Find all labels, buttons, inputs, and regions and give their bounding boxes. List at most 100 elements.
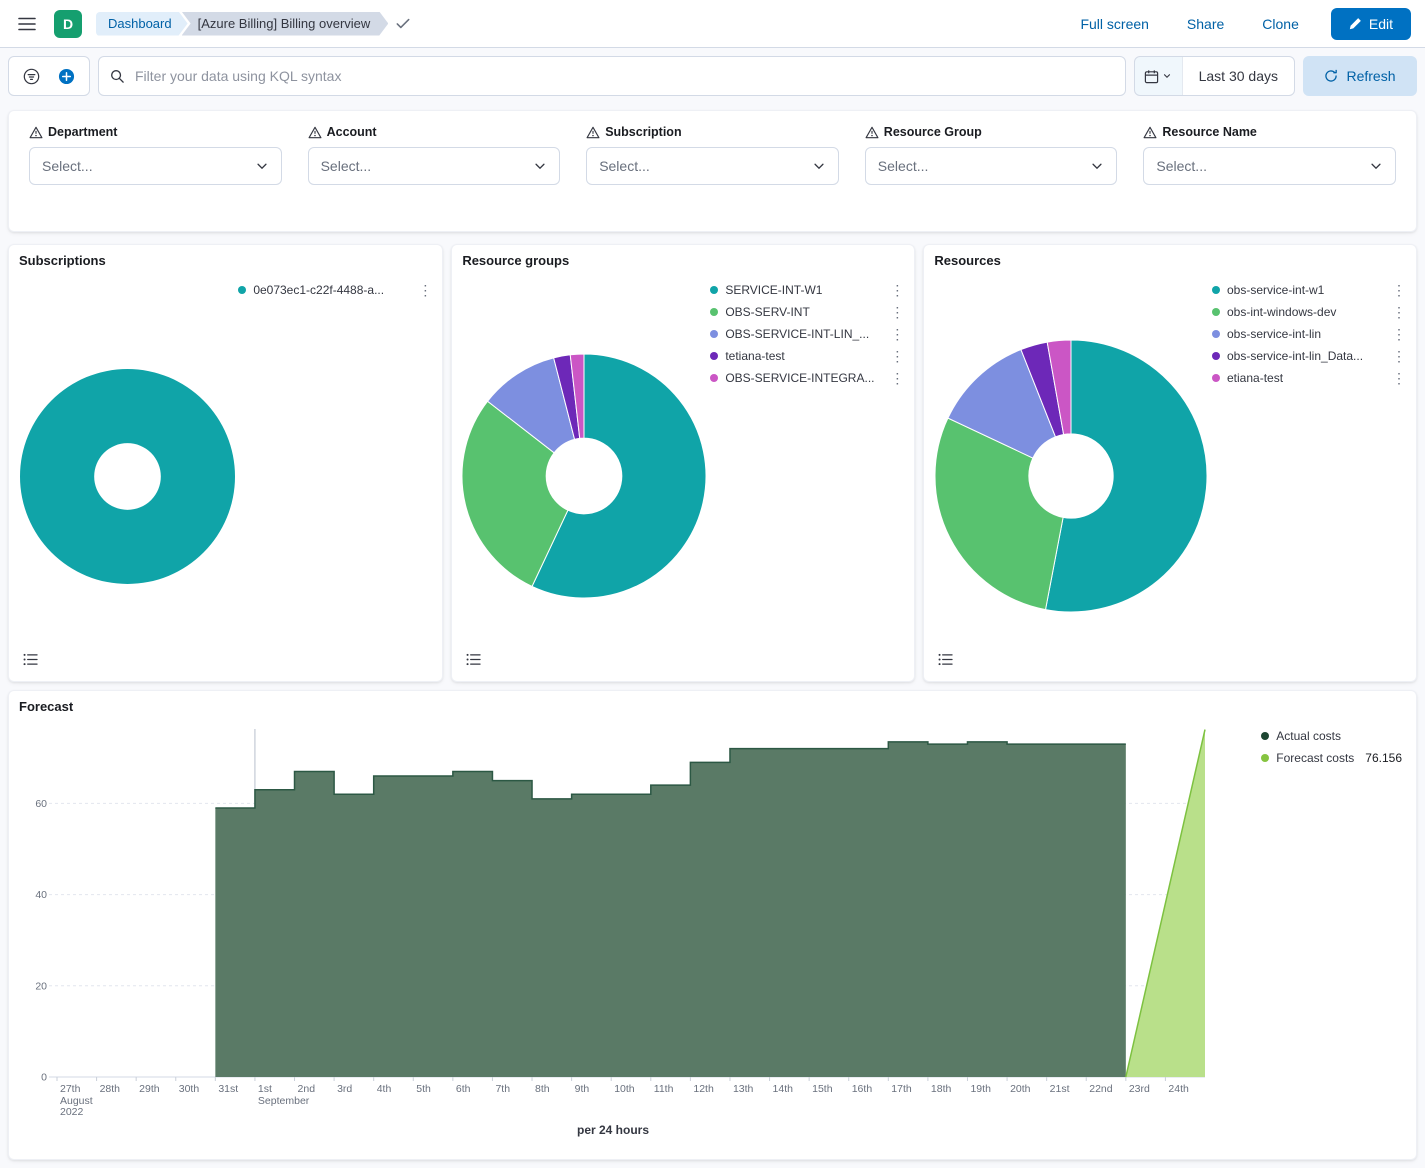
chevron-down-icon (1162, 71, 1172, 81)
query-bar: Last 30 days Refresh (0, 48, 1425, 102)
svg-text:10th: 10th (614, 1083, 635, 1095)
resource-groups-donut-chart[interactable] (461, 353, 707, 599)
legend-label: Actual costs (1276, 729, 1402, 743)
control-select-subscription[interactable]: Select... (586, 147, 839, 185)
legend-options-icon[interactable]: ⋮ (1392, 371, 1404, 385)
legend-options-icon[interactable]: ⋮ (890, 349, 902, 363)
legend-item[interactable]: obs-service-int-lin⋮ (1212, 323, 1404, 345)
legend-options-icon[interactable]: ⋮ (890, 305, 902, 319)
x-axis-title: per 24 hours (13, 1123, 1213, 1137)
svg-text:8th: 8th (535, 1083, 550, 1095)
control-resource-group: Resource Group Select... (865, 125, 1118, 185)
control-resource-name: Resource NameSelect... (1143, 125, 1396, 185)
date-picker-group: Last 30 days (1134, 56, 1295, 96)
date-range-value[interactable]: Last 30 days (1183, 57, 1294, 95)
svg-text:31st: 31st (218, 1083, 238, 1095)
legend-color-dot (710, 286, 718, 294)
space-avatar[interactable]: D (54, 10, 82, 38)
legend-options-icon[interactable]: ⋮ (890, 371, 902, 385)
date-quick-select-button[interactable] (1135, 57, 1183, 95)
calendar-icon (1144, 69, 1159, 84)
panel-title: Resource groups (462, 253, 569, 268)
full-screen-button[interactable]: Full screen (1074, 15, 1154, 33)
control-label-text: Resource Group (884, 125, 982, 139)
legend-label: OBS-SERV-INT (725, 305, 883, 319)
control-select-resource-name[interactable]: Select... (1143, 147, 1396, 185)
legend-item[interactable]: obs-service-int-w1 ⋮ (1212, 279, 1404, 301)
legend-options-icon[interactable]: ⋮ (1392, 327, 1404, 341)
control-label: Resource Group (865, 125, 1118, 139)
legend-options-icon[interactable]: ⋮ (890, 327, 902, 341)
filter-circle-icon (23, 68, 40, 85)
legend-item[interactable]: OBS-SERVICE-INT-LIN_... ⋮ (710, 323, 902, 345)
svg-text:2022: 2022 (60, 1106, 84, 1118)
saved-queries-button[interactable] (19, 64, 44, 89)
control-select-department[interactable]: Select... (29, 147, 282, 185)
legend-label: obs-service-int-lin_Data... (1227, 349, 1385, 363)
svg-text:12th: 12th (693, 1083, 714, 1095)
share-button[interactable]: Share (1181, 15, 1230, 33)
legend-color-dot (710, 352, 718, 360)
legend-item[interactable]: obs-int-windows-dev⋮ (1212, 301, 1404, 323)
forecast-area-chart[interactable]: 020406027th28th29th30th31st1st2nd3rd4th5… (13, 717, 1213, 1121)
legend-item[interactable]: Actual costs (1261, 725, 1402, 747)
warning-icon (1143, 126, 1157, 139)
hamburger-icon (18, 17, 36, 31)
legend-item[interactable]: OBS-SERV-INT ⋮ (710, 301, 902, 323)
legend-options-icon[interactable]: ⋮ (1392, 283, 1404, 297)
svg-text:22nd: 22nd (1089, 1083, 1113, 1095)
control-select-resource-group[interactable]: Select... (865, 147, 1118, 185)
svg-text:60: 60 (35, 798, 47, 810)
legend-value: 76.156 (1365, 751, 1402, 765)
svg-text:3rd: 3rd (337, 1083, 352, 1095)
breadcrumb-dashboard[interactable]: Dashboard (96, 12, 188, 36)
legend-toggle-button[interactable] (19, 649, 42, 673)
add-filter-button[interactable] (54, 64, 79, 89)
edit-button[interactable]: Edit (1331, 8, 1411, 40)
select-placeholder: Select... (1156, 158, 1207, 174)
legend-label: OBS-SERVICE-INTEGRA... (725, 371, 883, 385)
control-select-account[interactable]: Select... (308, 147, 561, 185)
clone-button[interactable]: Clone (1256, 15, 1305, 33)
legend-item[interactable]: obs-service-int-lin_Data... ⋮ (1212, 345, 1404, 367)
legend-item[interactable]: 0e073ec1-c22f-4488-a...⋮ (238, 279, 430, 301)
control-account: AccountSelect... (308, 125, 561, 185)
select-placeholder: Select... (878, 158, 929, 174)
plus-circle-icon (58, 68, 75, 85)
svg-text:19th: 19th (970, 1083, 991, 1095)
legend-label: obs-service-int-w1 (1227, 283, 1385, 297)
legend-toggle-button[interactable] (462, 649, 485, 673)
legend-label: OBS-SERVICE-INT-LIN_... (725, 327, 883, 341)
list-icon (938, 653, 953, 666)
legend-options-icon[interactable]: ⋮ (890, 283, 902, 297)
legend-options-icon[interactable]: ⋮ (1392, 305, 1404, 319)
panel-resources: Resources obs-service-int-w1⋮obs-int-win… (923, 244, 1417, 682)
svg-text:20th: 20th (1010, 1083, 1031, 1095)
chart-legend: obs-service-int-w1⋮obs-int-windows-dev⋮o… (1212, 279, 1404, 389)
search-icon (110, 69, 125, 84)
legend-item[interactable]: SERVICE-INT-W1⋮ (710, 279, 902, 301)
svg-text:2nd: 2nd (298, 1083, 316, 1095)
refresh-button[interactable]: Refresh (1303, 56, 1417, 96)
svg-text:9th: 9th (575, 1083, 590, 1095)
kql-search-input[interactable] (98, 56, 1126, 96)
svg-text:11th: 11th (654, 1083, 674, 1095)
resources-donut-chart[interactable] (934, 339, 1208, 613)
legend-item[interactable]: etiana-test⋮ (1212, 367, 1404, 389)
legend-color-dot (710, 330, 718, 338)
legend-item[interactable]: OBS-SERVICE-INTEGRA... ⋮ (710, 367, 902, 389)
charts-row: Subscriptions 0e073ec1-c22f-4488-a...⋮ R… (8, 244, 1417, 682)
legend-options-icon[interactable]: ⋮ (418, 283, 430, 297)
chevron-down-icon (1090, 159, 1104, 173)
saved-state-button[interactable] (396, 18, 410, 29)
chart-legend: Actual costs Forecast costs76.156 (1261, 725, 1402, 769)
menu-button[interactable] (14, 13, 40, 35)
legend-item[interactable]: tetiana-test⋮ (710, 345, 902, 367)
legend-toggle-button[interactable] (934, 649, 957, 673)
legend-item[interactable]: Forecast costs76.156 (1261, 747, 1402, 769)
controls-panel: DepartmentSelect...AccountSelect...Subsc… (8, 110, 1417, 232)
legend-color-dot (1212, 352, 1220, 360)
subscriptions-donut-chart[interactable] (19, 368, 236, 585)
svg-text:7th: 7th (495, 1083, 510, 1095)
legend-options-icon[interactable]: ⋮ (1392, 349, 1404, 363)
